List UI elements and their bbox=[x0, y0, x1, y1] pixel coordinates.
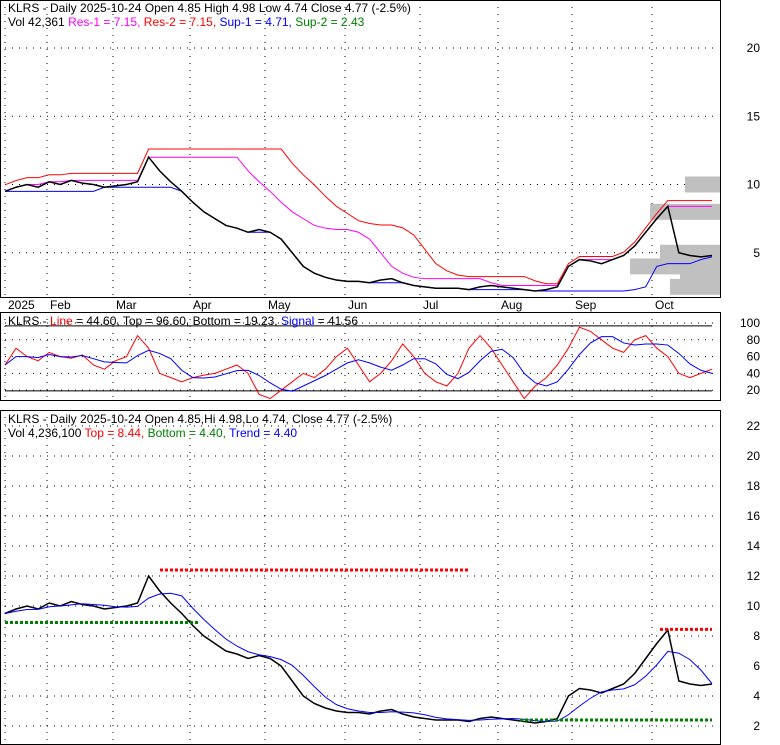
trend-panel-frame bbox=[0, 410, 721, 745]
y-tick-label: 12 bbox=[747, 569, 761, 583]
osc-line bbox=[4, 326, 713, 400]
price-line bbox=[4, 155, 713, 292]
oscillator-legend: KLRS - Line = 44.60, Top = 96.60, Bottom… bbox=[8, 314, 358, 328]
volume-profile-bar bbox=[685, 176, 720, 193]
trend-line bbox=[4, 592, 713, 723]
y-tick-label: 60 bbox=[747, 350, 761, 364]
y-tick-label: 10 bbox=[747, 599, 761, 613]
y-tick-label: 80 bbox=[747, 333, 761, 347]
y-tick-label: 16 bbox=[747, 509, 761, 523]
x-tick-label-may: May bbox=[268, 298, 291, 312]
chart-window: 20 15 10 5 100 80 60 40 20 22 20 18 16 14 12 10 8 6 4 2 2025… bbox=[0, 0, 780, 745]
y-tick-label: 4 bbox=[753, 689, 760, 703]
price-panel-frame bbox=[0, 0, 721, 298]
x-tick-label-jul: Jul bbox=[423, 298, 438, 312]
y-tick-label: 18 bbox=[747, 479, 761, 493]
sup-1-line bbox=[5, 186, 713, 292]
volume-profile-bar bbox=[660, 244, 720, 261]
x-tick-label-feb: Feb bbox=[50, 298, 71, 312]
x-tick-label-oct: Oct bbox=[655, 298, 674, 312]
trend-price-line bbox=[4, 574, 713, 724]
price-legend: Vol 42,361 Res-1 = 7.15, Res-2 = 7.15, S… bbox=[8, 15, 365, 29]
x-tick-label-jun: Jun bbox=[348, 298, 367, 312]
y-tick-label: 2 bbox=[753, 719, 760, 733]
y-tick-label: 5 bbox=[753, 246, 760, 260]
y-tick-label: 10 bbox=[747, 178, 761, 192]
y-tick-label: 14 bbox=[747, 539, 761, 553]
chart-svg: 20 15 10 5 100 80 60 40 20 22 20 18 16 14 12 10 8 6 4 2 2025… bbox=[0, 0, 761, 745]
y-tick-label: 20 bbox=[747, 449, 761, 463]
x-tick-label-sep: Sep bbox=[575, 298, 597, 312]
x-tick-label-2025: 2025 bbox=[8, 298, 35, 312]
y-tick-label: 100 bbox=[740, 316, 760, 330]
trend-title: KLRS - Daily 2025-10-24 Open 4.85,Hi 4.9… bbox=[8, 412, 392, 426]
x-tick-label-mar: Mar bbox=[116, 298, 137, 312]
y-tick-label: 20 bbox=[747, 41, 761, 55]
x-tick-label-aug: Aug bbox=[501, 298, 522, 312]
y-tick-label: 6 bbox=[753, 659, 760, 673]
x-tick-label-apr: Apr bbox=[193, 298, 212, 312]
y-tick-label: 8 bbox=[753, 629, 760, 643]
price-title: KLRS - Daily 2025-10-24 Open 4.85 High 4… bbox=[8, 1, 411, 15]
y-tick-label: 20 bbox=[747, 383, 761, 397]
y-tick-label: 15 bbox=[747, 109, 761, 123]
volume-profile-bar bbox=[630, 258, 720, 275]
y-tick-label: 40 bbox=[747, 366, 761, 380]
y-tick-label: 22 bbox=[747, 419, 761, 433]
trend-legend: Vol 4,236,100 Top = 8.44, Bottom = 4.40,… bbox=[8, 426, 297, 440]
res-1-line bbox=[4, 156, 712, 287]
volume-profile-bar bbox=[680, 272, 720, 289]
res-2-line bbox=[4, 148, 712, 285]
